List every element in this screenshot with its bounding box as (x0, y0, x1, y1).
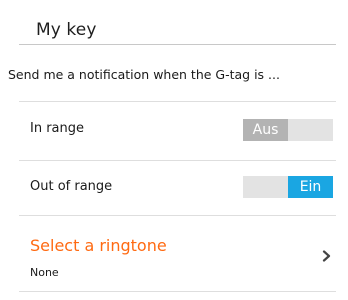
out-of-range-toggle-state: Ein (288, 176, 333, 198)
device-name-field[interactable]: My key (19, 12, 336, 45)
divider (19, 160, 336, 161)
divider (19, 101, 336, 102)
out-of-range-label: Out of range (30, 179, 113, 194)
in-range-toggle[interactable]: Aus (243, 119, 333, 141)
divider (19, 215, 336, 216)
gtag-notification-settings: My key Send me a notification when the G… (0, 0, 348, 300)
device-name-text: My key (36, 20, 97, 40)
in-range-label: In range (30, 121, 85, 136)
in-range-toggle-state: Aus (243, 119, 288, 141)
ringtone-value: None (30, 266, 59, 279)
divider (19, 291, 336, 292)
chevron-right-icon[interactable] (322, 250, 331, 262)
out-of-range-toggle[interactable]: Ein (243, 176, 333, 198)
notification-prompt: Send me a notification when the G-tag is… (8, 67, 280, 82)
ringtone-title: Select a ringtone (30, 236, 167, 255)
